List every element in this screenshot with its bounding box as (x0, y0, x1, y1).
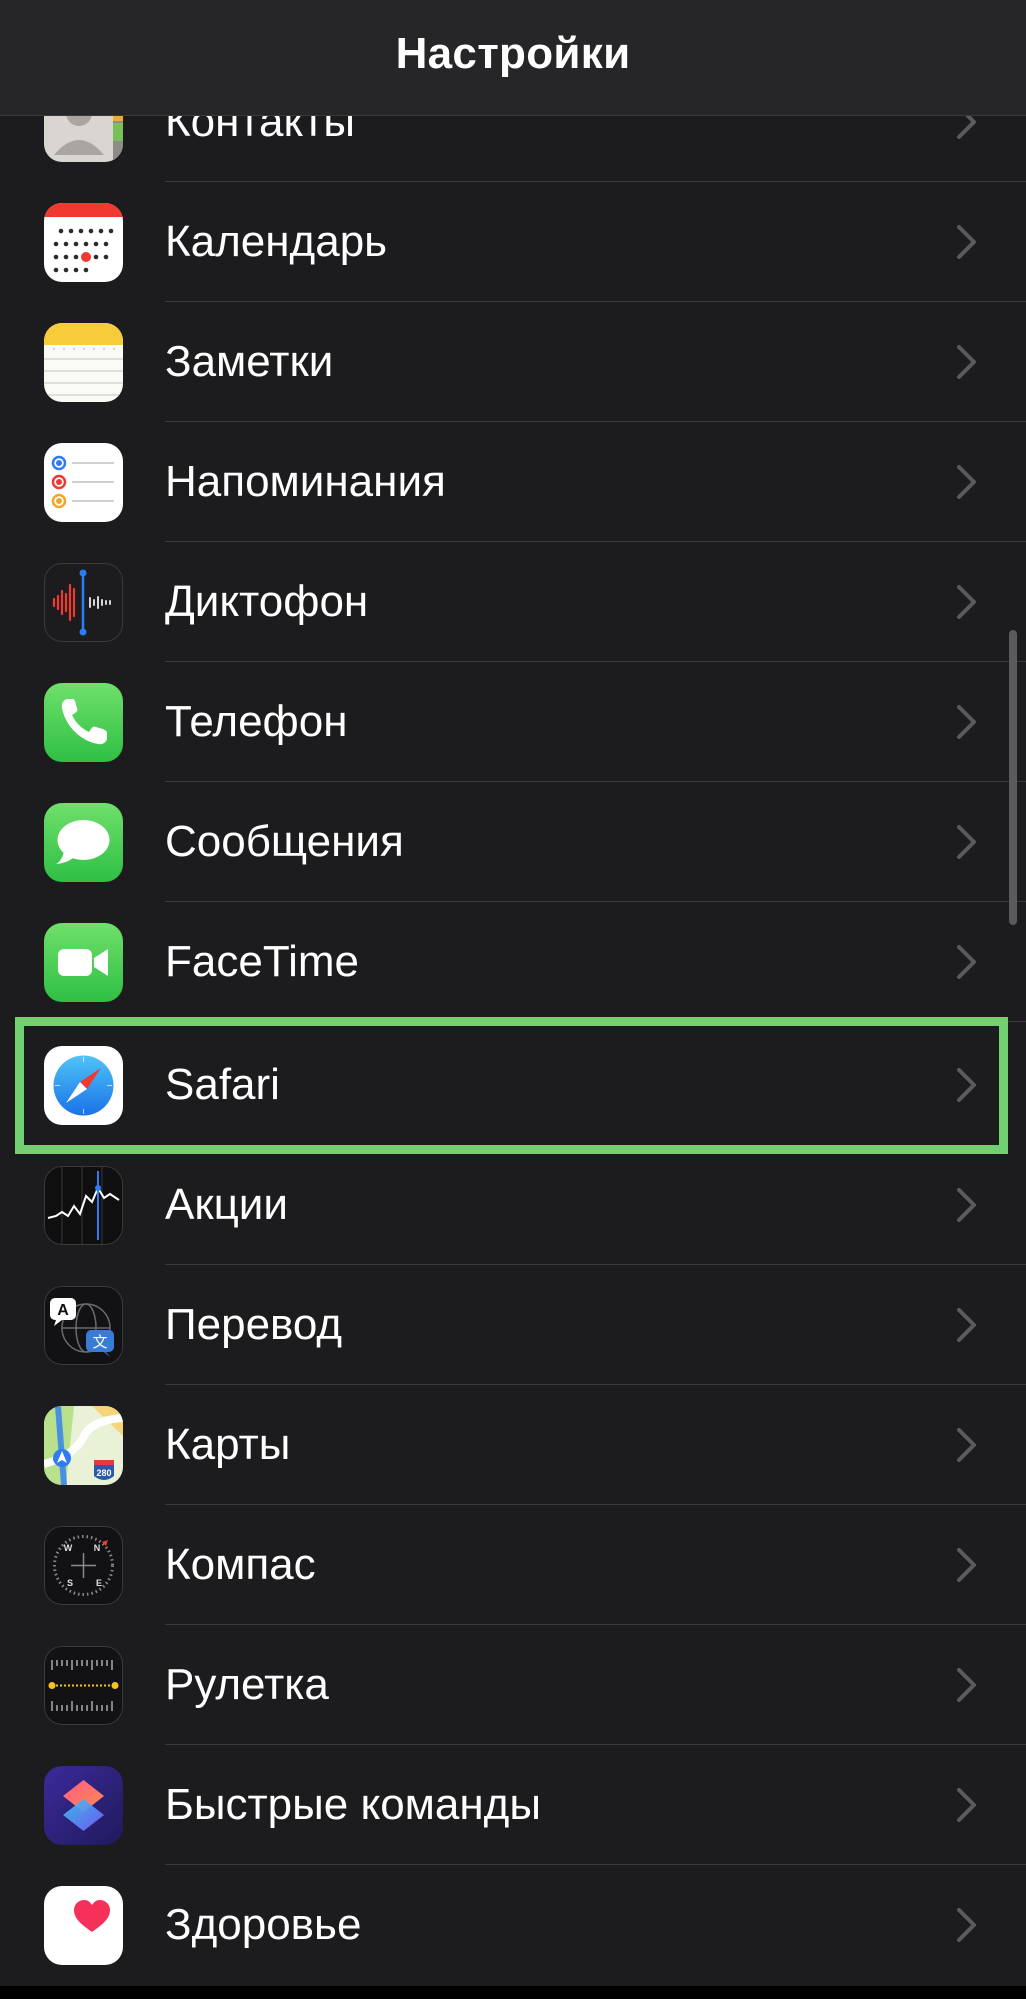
shortcuts-icon (44, 1765, 123, 1845)
settings-row-shortcuts[interactable]: Быстрые команды (0, 1745, 1026, 1865)
row-label: Заметки (165, 337, 334, 386)
chevron-right-icon (957, 465, 976, 499)
row-label: Диктофон (165, 577, 369, 626)
chevron-right-icon (957, 1788, 976, 1822)
svg-text:N: N (94, 1543, 101, 1553)
svg-text:W: W (64, 1543, 73, 1553)
settings-row-facetime[interactable]: FaceTime (0, 902, 1026, 1022)
settings-row-messages[interactable]: Сообщения (0, 782, 1026, 902)
maps-icon: 280 (44, 1405, 123, 1485)
chevron-right-icon (957, 225, 976, 259)
row-label: Компас (165, 1540, 316, 1589)
phone-icon (44, 682, 123, 762)
measure-icon (44, 1645, 123, 1725)
chevron-right-icon (957, 1308, 976, 1342)
bottom-edge (0, 1986, 1026, 1999)
chevron-right-icon (957, 345, 976, 379)
page-title: Настройки (395, 28, 631, 78)
row-label: Телефон (165, 697, 348, 746)
notes-icon (44, 322, 123, 402)
row-label: Календарь (165, 217, 388, 266)
chevron-right-icon (957, 1548, 976, 1582)
navigation-bar: Настройки (0, 0, 1026, 116)
compass-icon: N S W E (44, 1525, 123, 1605)
svg-text:A: A (57, 1302, 69, 1319)
chevron-right-icon (957, 1188, 976, 1222)
settings-row-measure[interactable]: Рулетка (0, 1625, 1026, 1745)
facetime-icon (44, 922, 123, 1002)
scroll-indicator[interactable] (1009, 630, 1017, 925)
safari-icon (44, 1045, 123, 1125)
chevron-right-icon (957, 585, 976, 619)
svg-text:E: E (96, 1578, 102, 1588)
row-separator (165, 1021, 1026, 1022)
chevron-right-icon (957, 705, 976, 739)
svg-text:S: S (67, 1578, 73, 1588)
row-label: Карты (165, 1420, 291, 1469)
chevron-right-icon (957, 945, 976, 979)
settings-row-notes[interactable]: Заметки (0, 302, 1026, 422)
row-label: Safari (165, 1060, 280, 1109)
settings-row-phone[interactable]: Телефон (0, 662, 1026, 782)
settings-row-voice-memos[interactable]: Диктофон (0, 542, 1026, 662)
chevron-right-icon (957, 825, 976, 859)
settings-row-health[interactable]: Здоровье (0, 1865, 1026, 1985)
row-label: Напоминания (165, 457, 446, 506)
chevron-right-icon (957, 1908, 976, 1942)
translate-icon: A 文 (44, 1285, 123, 1365)
stocks-icon (44, 1165, 123, 1245)
chevron-right-icon (957, 1668, 976, 1702)
svg-text:文: 文 (92, 1333, 107, 1351)
settings-row-calendar[interactable]: Календарь (0, 182, 1026, 302)
settings-row-translate[interactable]: A 文 Перевод (0, 1265, 1026, 1385)
svg-text:280: 280 (96, 1468, 111, 1478)
row-label: Акции (165, 1180, 288, 1229)
row-label: Рулетка (165, 1660, 329, 1709)
voice-memos-icon (44, 562, 123, 642)
row-label: Сообщения (165, 817, 404, 866)
settings-row-stocks[interactable]: Акции (0, 1145, 1026, 1265)
row-label: Перевод (165, 1300, 343, 1349)
reminders-icon (44, 442, 123, 522)
chevron-right-icon (957, 1068, 976, 1102)
settings-row-compass[interactable]: N S W E Компас (0, 1505, 1026, 1625)
row-label: Быстрые команды (165, 1780, 541, 1829)
settings-list: Контакты Календарь Заметки Напоминания Д… (0, 0, 1026, 1999)
row-label: Здоровье (165, 1900, 362, 1949)
chevron-right-icon (957, 1428, 976, 1462)
settings-row-reminders[interactable]: Напоминания (0, 422, 1026, 542)
messages-icon (44, 802, 123, 882)
health-icon (44, 1885, 123, 1965)
settings-row-maps[interactable]: 280 Карты (0, 1385, 1026, 1505)
row-label: FaceTime (165, 937, 359, 986)
settings-row-safari[interactable]: Safari (0, 1025, 1026, 1145)
calendar-icon (44, 202, 123, 282)
